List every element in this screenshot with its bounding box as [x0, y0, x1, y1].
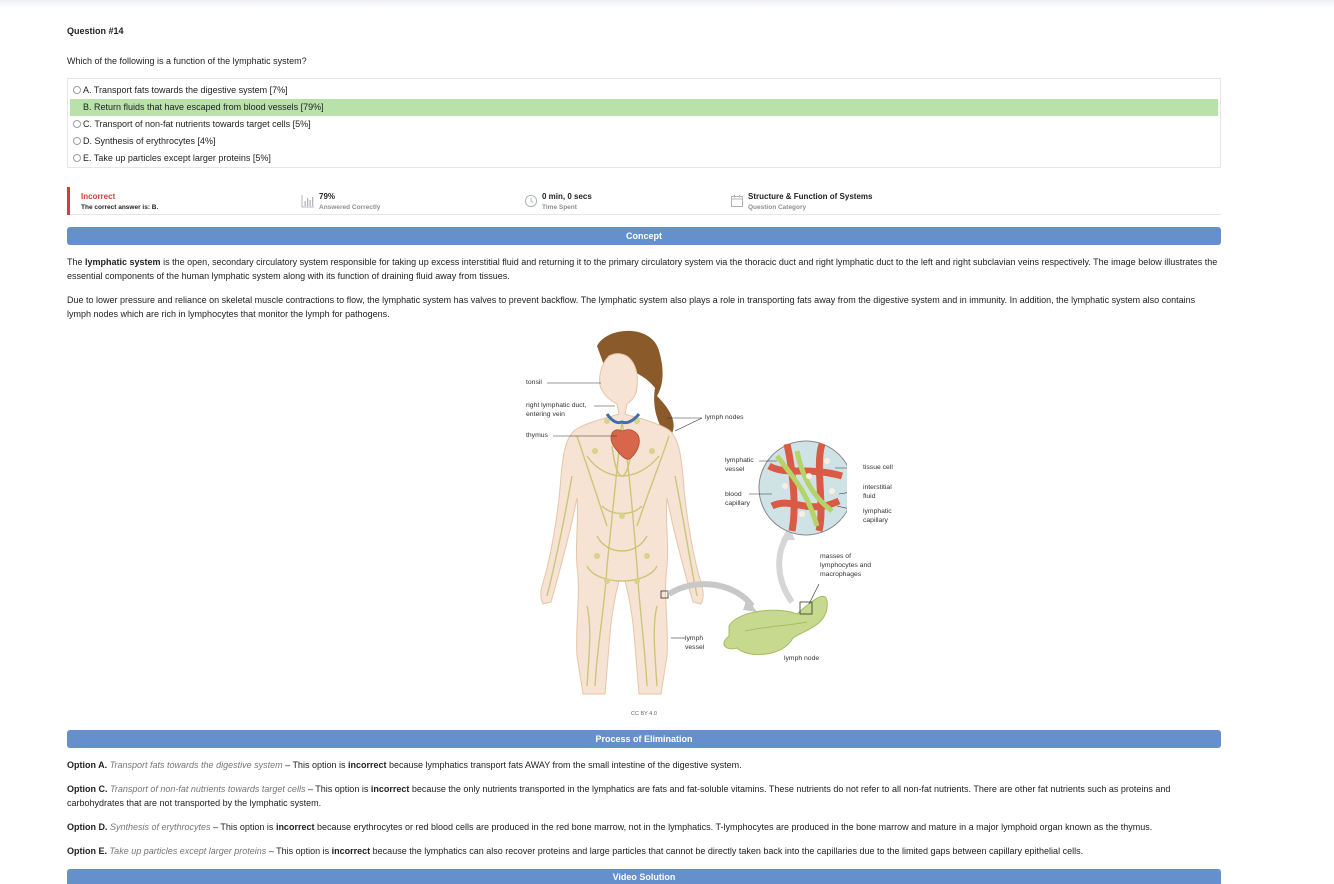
- elim-mid: – This option is: [210, 822, 276, 832]
- option-d[interactable]: D. Synthesis of erythrocytes [4%]: [70, 132, 1218, 149]
- elim-mid: – This option is: [266, 846, 332, 856]
- top-shadow: [0, 0, 1334, 8]
- option-c[interactable]: C. Transport of non-fat nutrients toward…: [70, 116, 1218, 133]
- radio-icon[interactable]: [73, 136, 81, 145]
- label-lymph-capillary-1: lymphatic: [863, 508, 892, 515]
- elimination-option-d: Option D. Synthesis of erythrocytes – Th…: [67, 821, 1221, 835]
- elim-opt: Option E.: [67, 846, 107, 856]
- elim-quote: Transport fats towards the digestive sys…: [109, 760, 283, 770]
- clock-icon: [524, 194, 538, 208]
- option-e[interactable]: E. Take up particles except larger prote…: [70, 149, 1218, 166]
- figure-credit: CC BY 4.0: [631, 711, 657, 717]
- radio-icon[interactable]: [73, 86, 81, 95]
- label-blood-capillary-2: capillary: [725, 500, 750, 507]
- concept-paragraph-2: Due to lower pressure and reliance on sk…: [67, 295, 1196, 319]
- option-label: A. Transport fats towards the digestive …: [83, 85, 288, 96]
- elimination-option-a: Option A. Transport fats towards the dig…: [67, 759, 1221, 773]
- elim-bold: incorrect: [275, 822, 315, 832]
- time-label: Time Spent: [542, 204, 577, 211]
- elim-rest: because lymphatics transport fats AWAY f…: [386, 760, 742, 770]
- concept-paragraph-1: The lymphatic system is the open, second…: [67, 256, 1221, 283]
- label-lymph-capillary-2: capillary: [863, 517, 888, 524]
- bar-chart-icon: [301, 195, 314, 208]
- concept-p1-pre: The: [67, 257, 86, 267]
- label-lymphatic-vessel-2: vessel: [725, 466, 745, 473]
- concept-p1-post: is the open, secondary circulatory syste…: [67, 257, 1218, 281]
- correct-answer-text: The correct answer is: B.: [81, 204, 159, 211]
- elim-mid: – This option is: [305, 784, 371, 794]
- elim-quote: Synthesis of erythrocytes: [110, 822, 211, 832]
- option-b[interactable]: B. Return fluids that have escaped from …: [70, 98, 1218, 116]
- category-stat: Structure & Function of Systems Question …: [730, 187, 872, 215]
- elim-bold: incorrect: [347, 760, 387, 770]
- option-label: C. Transport of non-fat nutrients toward…: [83, 118, 311, 129]
- radio-icon[interactable]: [73, 153, 81, 162]
- concept-header: Concept: [67, 227, 1221, 245]
- percent-stat: 79% Answered Correctly: [301, 187, 380, 215]
- category-label: Question Category: [748, 204, 807, 211]
- time-stat: 0 min, 0 secs Time Spent: [524, 187, 592, 215]
- option-label: B. Return fluids that have escaped from …: [83, 102, 324, 113]
- label-duct-2: entering vein: [526, 411, 565, 418]
- label-tissue-cell: tissue cell: [863, 464, 893, 471]
- calendar-icon: [731, 195, 743, 207]
- elimination-option-c: Option C. Transport of non-fat nutrients…: [67, 783, 1221, 810]
- elim-opt: Option D.: [67, 822, 108, 832]
- question-number: Question #14: [67, 26, 124, 36]
- result-status: Incorrect The correct answer is: B.: [67, 187, 158, 215]
- label-lymph-vessel-1: lymph: [685, 635, 704, 642]
- percent-label: Answered Correctly: [319, 204, 381, 211]
- category-value: Structure & Function of Systems: [748, 192, 873, 201]
- result-stats: Incorrect The correct answer is: B. 79% A…: [67, 187, 1221, 215]
- label-masses-2: lymphocytes and: [820, 562, 872, 569]
- label-blood-capillary-1: blood: [725, 491, 742, 498]
- radio-icon[interactable]: [73, 119, 81, 128]
- label-lymph-vessel-2: vessel: [685, 644, 705, 651]
- label-thymus: thymus: [526, 432, 548, 439]
- label-tonsil: tonsil: [526, 379, 542, 386]
- elim-rest: because the lymphatics can also recover …: [370, 846, 1084, 856]
- concept-p1-bold: lymphatic system: [85, 257, 161, 267]
- elim-bold: incorrect: [370, 784, 410, 794]
- question-text: Which of the following is a function of …: [67, 56, 307, 66]
- video-solution-header[interactable]: Video Solution: [67, 869, 1221, 884]
- elim-quote: Take up particles except larger proteins: [109, 846, 267, 856]
- elimination-header: Process of Elimination: [67, 730, 1221, 748]
- label-interstitial-2: fluid: [863, 493, 876, 500]
- percent-value: 79%: [319, 192, 336, 201]
- option-a[interactable]: A. Transport fats towards the digestive …: [70, 82, 1218, 99]
- time-value: 0 min, 0 secs: [542, 192, 592, 201]
- option-label: E. Take up particles except larger prote…: [83, 152, 271, 163]
- status-text: Incorrect: [81, 192, 116, 201]
- label-lymphatic-vessel-1: lymphatic: [725, 457, 754, 464]
- elim-quote: Transport of non-fat nutrients towards t…: [110, 784, 306, 794]
- elim-opt: Option A.: [67, 760, 108, 770]
- label-lymph-node: lymph node: [784, 655, 820, 662]
- label-masses-3: macrophages: [820, 571, 862, 578]
- label-duct-1: right lymphatic duct,: [526, 402, 587, 409]
- lymphatic-illustration: [540, 330, 864, 695]
- answer-options: A. Transport fats towards the digestive …: [67, 78, 1221, 168]
- elim-rest: because erythrocytes or red blood cells …: [314, 822, 1153, 832]
- elimination-option-e: Option E. Take up particles except large…: [67, 845, 1221, 859]
- label-interstitial-1: interstitial: [863, 484, 892, 491]
- lymphatic-system-figure: tonsil right lymphatic duct, entering ve…: [447, 326, 893, 701]
- label-lymph-nodes: lymph nodes: [705, 414, 744, 421]
- elim-opt: Option C.: [67, 784, 108, 794]
- elim-bold: incorrect: [331, 846, 371, 856]
- option-label: D. Synthesis of erythrocytes [4%]: [83, 135, 216, 146]
- elim-mid: – This option is: [282, 760, 348, 770]
- label-masses-1: masses of: [820, 553, 851, 560]
